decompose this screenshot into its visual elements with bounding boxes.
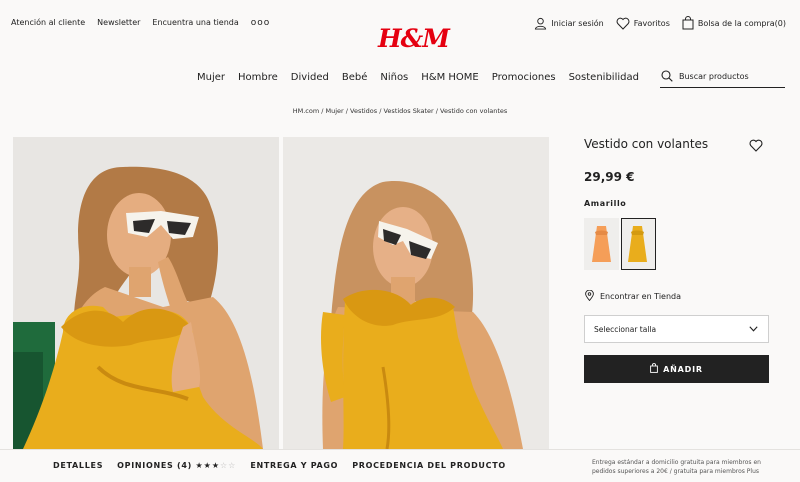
- search-input[interactable]: [679, 72, 779, 81]
- main-nav: Mujer Hombre Divided Bebé Niños H&M HOME…: [197, 72, 639, 83]
- nav-item-sostenibilidad[interactable]: Sostenibilidad: [569, 72, 639, 83]
- star-filled-icon: ★: [195, 461, 204, 470]
- store-locator-link[interactable]: Encuentra una tienda: [152, 18, 238, 28]
- nav-item-hm-home[interactable]: H&M HOME: [421, 72, 478, 83]
- product-price: 29,99 €: [584, 170, 635, 184]
- more-icon[interactable]: ooo: [251, 18, 271, 28]
- star-filled-icon: ★: [203, 461, 212, 470]
- size-select-label: Seleccionar talla: [594, 324, 657, 334]
- account-links: Iniciar sesión Favoritos Bolsa de la com…: [522, 16, 786, 30]
- tab-product-origin[interactable]: PROCEDENCIA DEL PRODUCTO: [352, 461, 506, 470]
- search-box[interactable]: [660, 66, 785, 88]
- heart-icon: [749, 137, 763, 156]
- nav-item-bebe[interactable]: Bebé: [342, 72, 368, 83]
- product-image-side[interactable]: [283, 137, 549, 449]
- product-title: Vestido con volantes: [584, 137, 709, 151]
- tab-reviews-label: OPINIONES (4): [117, 461, 192, 470]
- cart-count: (0): [774, 18, 786, 28]
- nav-item-divided[interactable]: Divided: [291, 72, 329, 83]
- tab-details[interactable]: DETALLES: [53, 461, 103, 470]
- product-image-front[interactable]: [13, 137, 279, 449]
- cart-text: Bolsa de la compra: [697, 18, 775, 28]
- customer-service-link[interactable]: Atención al cliente: [11, 18, 85, 28]
- selected-color-label: Amarillo: [584, 199, 627, 208]
- nav-item-promociones[interactable]: Promociones: [492, 72, 556, 83]
- favorites-link[interactable]: Favoritos: [616, 17, 670, 30]
- nav-item-mujer[interactable]: Mujer: [197, 72, 225, 83]
- cart-label: Bolsa de la compra(0): [698, 19, 786, 28]
- nav-item-hombre[interactable]: Hombre: [238, 72, 278, 83]
- star-empty-icon: ☆: [228, 461, 237, 470]
- color-swatch-orange[interactable]: [584, 218, 619, 270]
- find-in-store-label: Encontrar en Tienda: [600, 292, 682, 301]
- product-info-tabs: DETALLES OPINIONES (4) ★★★☆☆ ENTREGA Y P…: [53, 461, 506, 470]
- size-select[interactable]: Seleccionar talla: [584, 315, 769, 343]
- tab-shipping[interactable]: ENTREGA Y PAGO: [250, 461, 338, 470]
- newsletter-link[interactable]: Newsletter: [97, 18, 140, 28]
- top-links: Atención al cliente Newsletter Encuentra…: [11, 18, 270, 28]
- location-pin-icon: [585, 289, 594, 303]
- find-in-store-link[interactable]: Encontrar en Tienda: [585, 289, 682, 303]
- cart-link[interactable]: Bolsa de la compra(0): [682, 16, 786, 30]
- bottom-tabs-bar: DETALLES OPINIONES (4) ★★★☆☆ ENTREGA Y P…: [0, 449, 800, 482]
- star-empty-icon: ☆: [219, 461, 229, 470]
- nav-item-ninos[interactable]: Niños: [380, 72, 408, 83]
- login-label: Iniciar sesión: [551, 18, 604, 28]
- chevron-down-icon: [749, 325, 758, 334]
- add-to-bag-label: AÑADIR: [663, 364, 703, 374]
- tab-reviews[interactable]: OPINIONES (4) ★★★☆☆: [117, 461, 236, 470]
- heart-icon: [616, 17, 630, 30]
- search-icon[interactable]: [661, 67, 673, 86]
- login-link[interactable]: Iniciar sesión: [534, 17, 604, 30]
- shopping-bag-icon: [682, 16, 694, 30]
- add-to-favorites-button[interactable]: [749, 137, 763, 156]
- add-to-bag-button[interactable]: AÑADIR: [584, 355, 769, 383]
- top-bar: Atención al cliente Newsletter Encuentra…: [0, 0, 800, 53]
- star-filled-icon: ★: [211, 461, 220, 470]
- shipping-note: Entrega estándar a domicilio gratuita pa…: [592, 459, 761, 475]
- hm-logo[interactable]: H&M: [378, 24, 450, 53]
- shopping-bag-icon: [650, 363, 659, 375]
- color-swatch-yellow[interactable]: [621, 218, 656, 270]
- user-icon: [534, 17, 547, 30]
- rating-stars: ★★★☆☆: [195, 461, 236, 470]
- breadcrumb[interactable]: HM.com / Mujer / Vestidos / Vestidos Ska…: [0, 107, 800, 115]
- favorites-label: Favoritos: [633, 18, 670, 28]
